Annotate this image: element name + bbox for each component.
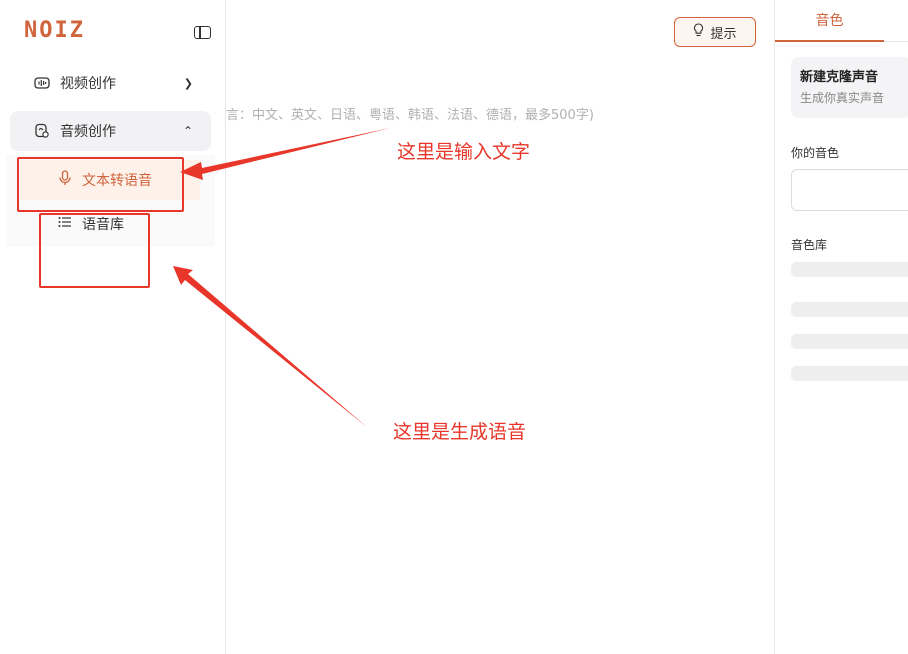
chevron-up-icon: ⌃ xyxy=(182,124,193,138)
skeleton-row xyxy=(791,334,908,349)
annotation-box-tts xyxy=(17,157,184,212)
audio-icon xyxy=(34,123,50,139)
tab-voice[interactable]: 音色 xyxy=(775,0,884,42)
video-wave-icon xyxy=(34,75,50,91)
nav-item-label: 视频创作 xyxy=(60,76,116,92)
tip-button[interactable]: 提示 xyxy=(674,17,756,47)
skeleton-row xyxy=(791,366,908,381)
skeleton-row xyxy=(791,262,908,277)
nav-item-audio-creation[interactable]: 音频创作 ⌃ xyxy=(10,111,211,151)
app-logo[interactable]: NOIZ xyxy=(24,18,85,43)
my-voice-box[interactable] xyxy=(791,169,908,211)
chevron-down-icon: ❯ xyxy=(183,76,193,90)
sidebar: NOIZ 视频创作 ❯ 音频创作 ⌃ 文本转语音 语音库 xyxy=(0,0,226,654)
main-editor-area[interactable] xyxy=(226,0,774,654)
nav-item-video-creation[interactable]: 视频创作 ❯ xyxy=(10,63,211,103)
text-input-placeholder[interactable]: 言：中文、英文、日语、粤语、韩语、法语、德语，最多500字) xyxy=(226,104,594,123)
voice-panel: 音色 新建克隆声音 生成你真实声音 你的音色 音色库 xyxy=(774,0,908,654)
my-voice-label: 你的音色 xyxy=(791,146,840,160)
voice-library-label: 音色库 xyxy=(791,238,828,252)
new-clone-voice-card[interactable]: 新建克隆声音 生成你真实声音 xyxy=(791,57,908,118)
annotation-generate-text: 这里是生成语音 xyxy=(393,421,527,443)
lightbulb-icon xyxy=(693,23,704,41)
nav-item-label: 音频创作 xyxy=(60,124,116,140)
skeleton-row xyxy=(791,302,908,317)
clone-card-title: 新建克隆声音 xyxy=(800,70,879,85)
tip-button-label: 提示 xyxy=(710,26,737,42)
tab-divider xyxy=(884,41,908,42)
sidebar-collapse-icon[interactable] xyxy=(194,26,211,39)
clone-card-subtitle: 生成你真实声音 xyxy=(800,91,885,105)
annotation-box-library xyxy=(39,213,150,288)
annotation-input-text: 这里是输入文字 xyxy=(397,141,531,163)
